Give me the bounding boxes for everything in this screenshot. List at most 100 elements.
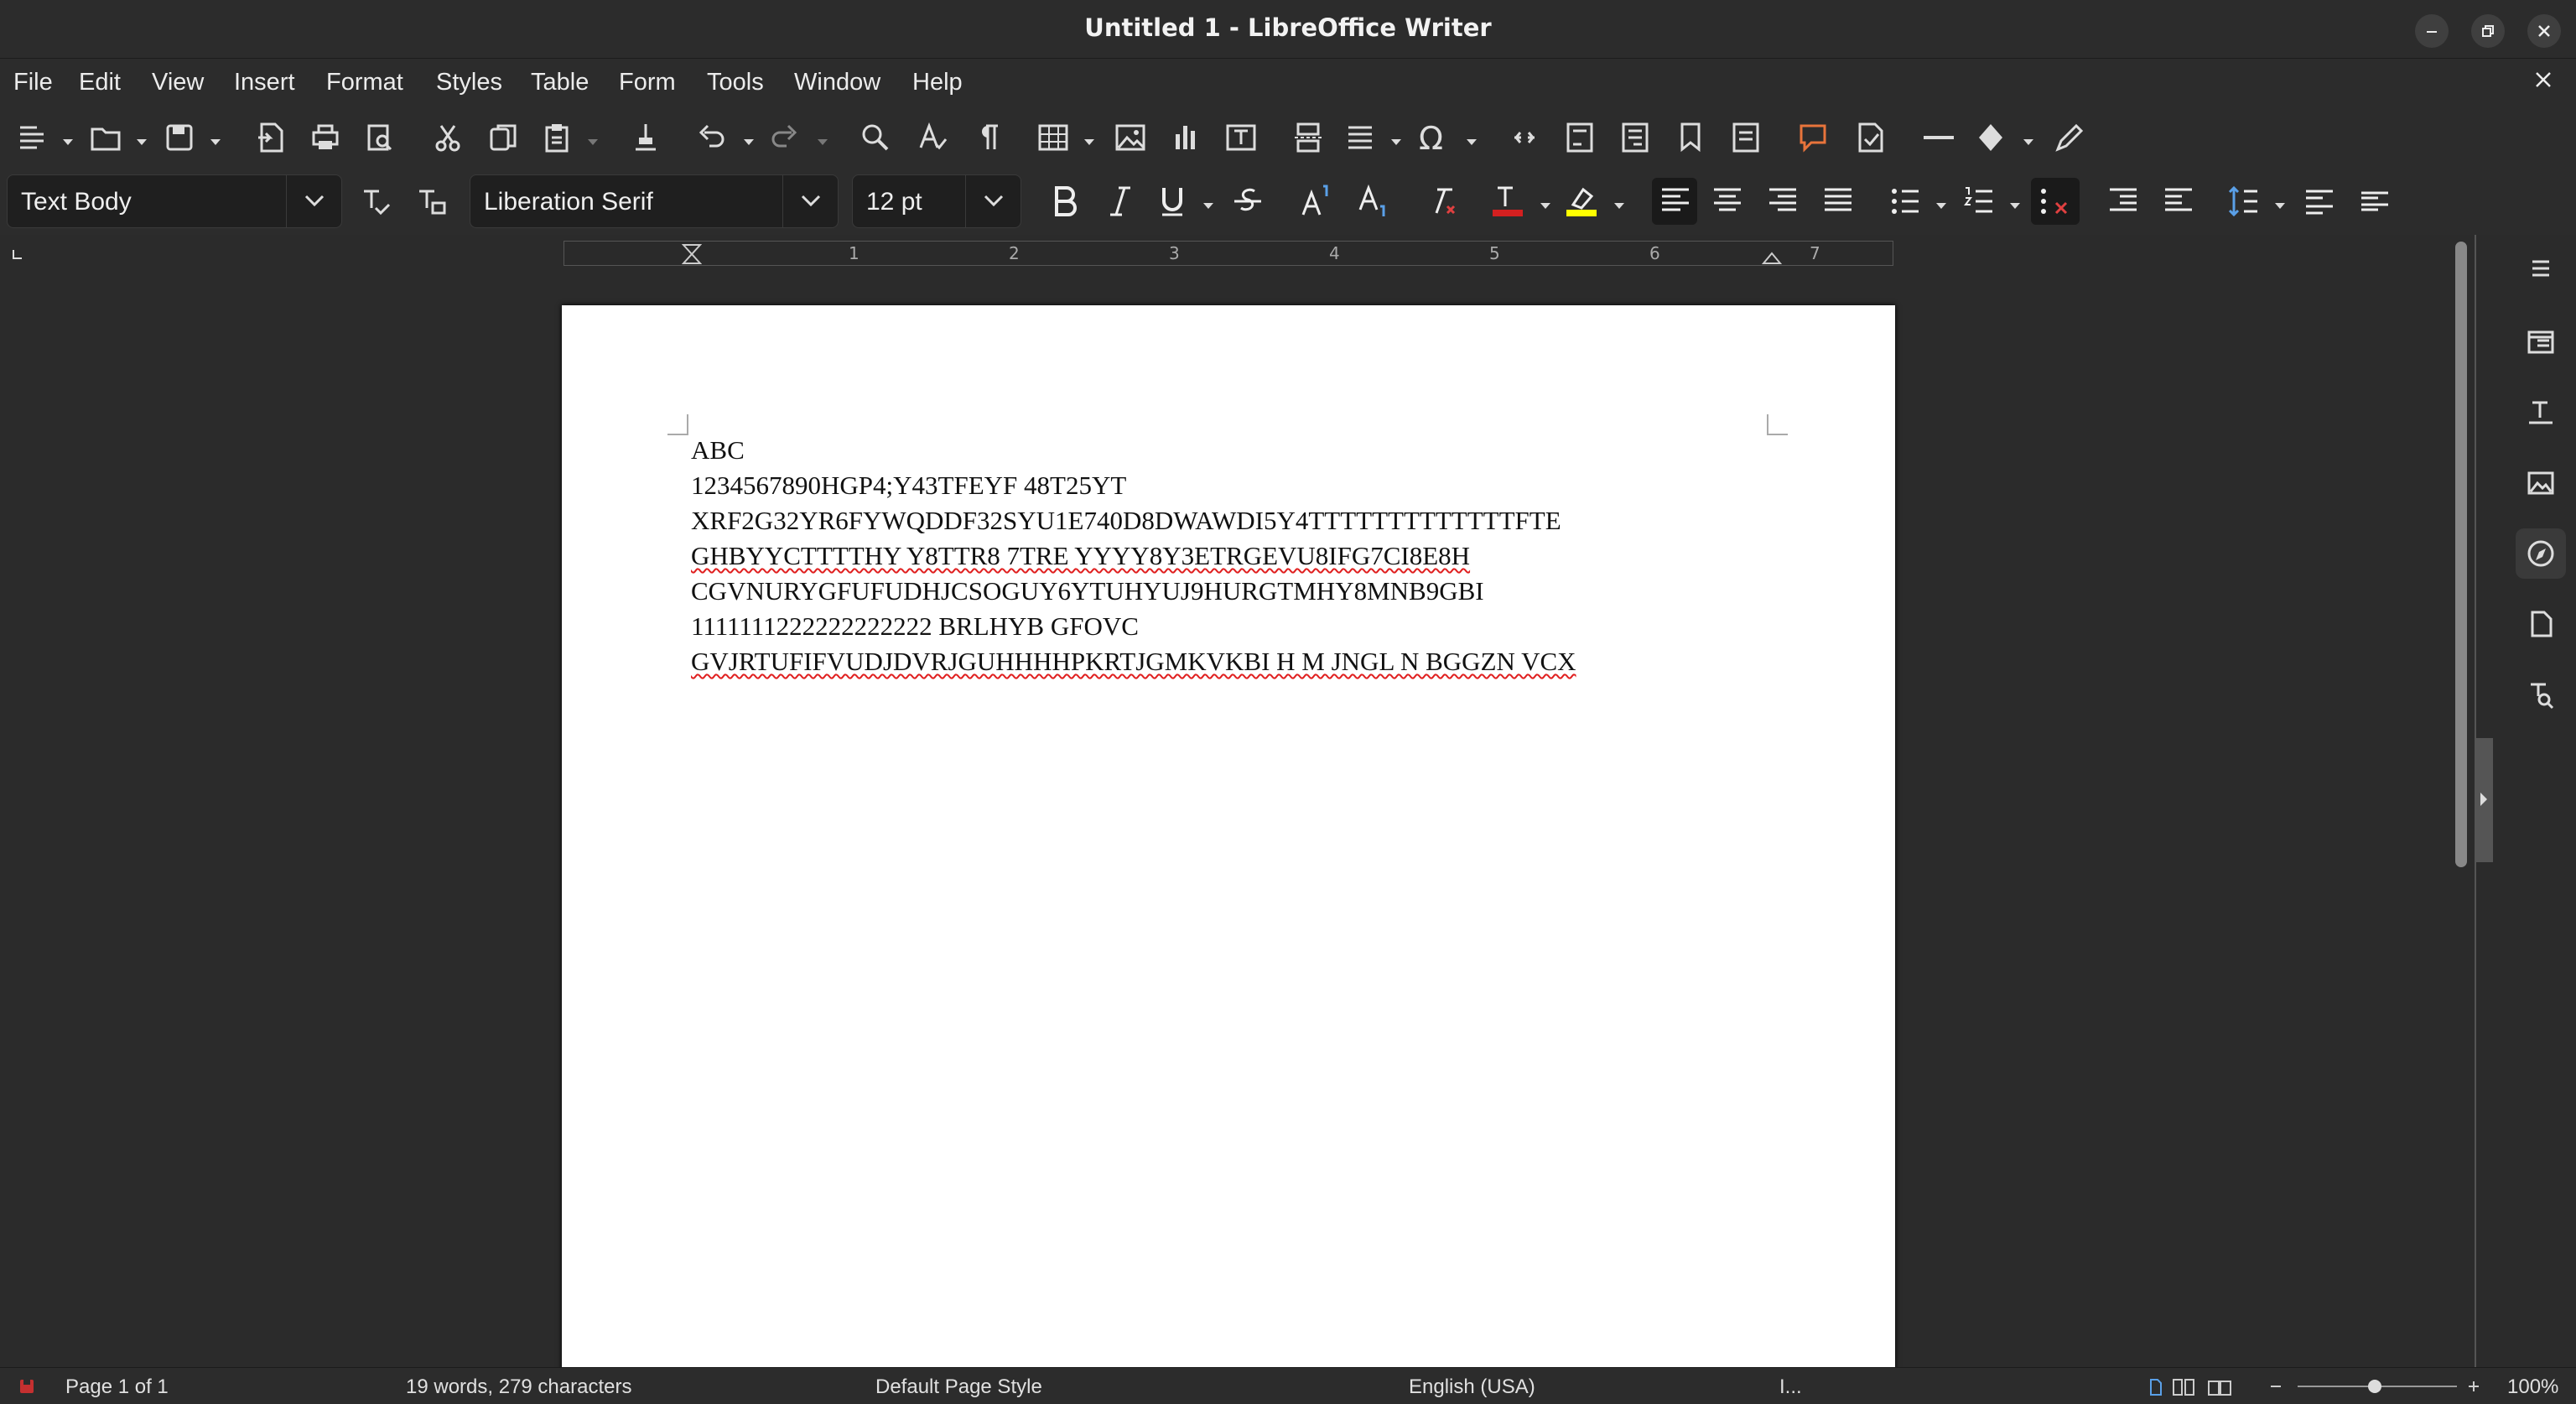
table-dropdown-icon[interactable] <box>1083 134 1095 145</box>
new-style-icon[interactable] <box>413 183 449 220</box>
font-color-icon[interactable] <box>1489 183 1526 220</box>
menu-tools[interactable]: Tools <box>707 69 764 96</box>
new-dropdown-icon[interactable] <box>62 134 74 145</box>
properties-icon[interactable] <box>2516 317 2566 367</box>
style-inspector-icon[interactable] <box>2516 669 2566 720</box>
print-preview-icon[interactable] <box>361 119 397 156</box>
insert-bookmark-icon[interactable] <box>1672 119 1709 156</box>
shapes-dropdown-icon[interactable] <box>2023 134 2034 145</box>
document-modified-icon[interactable] <box>18 1378 35 1395</box>
right-indent-marker-icon[interactable] <box>1762 250 1782 265</box>
undo-dropdown-icon[interactable] <box>743 134 755 145</box>
selection-mode[interactable]: I... <box>1779 1375 1802 1399</box>
close-document-icon[interactable] <box>2532 69 2554 91</box>
font-name-combo[interactable]: Liberation Serif <box>470 174 839 228</box>
zoom-slider-thumb[interactable] <box>2368 1380 2381 1393</box>
insert-page-break-icon[interactable] <box>1290 119 1327 156</box>
paste-icon[interactable] <box>538 119 575 156</box>
italic-icon[interactable] <box>1102 183 1139 220</box>
undo-icon[interactable] <box>693 119 730 156</box>
menu-view[interactable]: View <box>152 69 204 96</box>
tab-stop-icon[interactable] <box>12 248 23 260</box>
single-page-view-icon[interactable] <box>2147 1378 2165 1396</box>
print-icon[interactable] <box>307 119 344 156</box>
cut-icon[interactable] <box>429 119 466 156</box>
increase-paragraph-spacing-icon[interactable] <box>2301 183 2338 220</box>
menu-form[interactable]: Form <box>619 69 676 96</box>
update-style-icon[interactable] <box>357 183 394 220</box>
menu-table[interactable]: Table <box>531 69 589 96</box>
track-changes-icon[interactable] <box>1852 119 1888 156</box>
save-icon[interactable] <box>161 119 198 156</box>
insert-field-icon[interactable] <box>1342 119 1379 156</box>
underline-dropdown-icon[interactable] <box>1202 198 1214 209</box>
close-window-button[interactable] <box>2527 14 2561 48</box>
find-replace-icon[interactable] <box>857 119 894 156</box>
menu-file[interactable]: File <box>13 69 53 96</box>
unordered-list-dropdown-icon[interactable] <box>1935 198 1947 209</box>
insert-chart-icon[interactable] <box>1167 119 1204 156</box>
gallery-icon[interactable] <box>2516 458 2566 508</box>
no-list-icon[interactable] <box>2031 178 2080 225</box>
redo-icon[interactable] <box>766 119 803 156</box>
zoom-level[interactable]: 100% <box>2507 1375 2558 1399</box>
page-style[interactable]: Default Page Style <box>875 1375 1042 1399</box>
insert-table-icon[interactable] <box>1035 119 1072 156</box>
line-spacing-icon[interactable] <box>2225 183 2262 220</box>
insert-footnote-icon[interactable] <box>1561 119 1598 156</box>
restore-button[interactable] <box>2471 14 2505 48</box>
menu-format[interactable]: Format <box>326 69 403 96</box>
new-document-icon[interactable] <box>13 119 50 156</box>
font-color-dropdown-icon[interactable] <box>1540 198 1551 209</box>
special-character-dropdown-icon[interactable] <box>1466 134 1478 145</box>
vertical-scrollbar[interactable] <box>2455 242 2467 867</box>
subscript-icon[interactable] <box>1355 183 1392 220</box>
underline-icon[interactable] <box>1154 183 1191 220</box>
sidebar-collapse-handle[interactable] <box>2475 738 2493 862</box>
minimize-button[interactable] <box>2415 14 2449 48</box>
spelling-icon[interactable] <box>914 119 951 156</box>
insert-image-icon[interactable] <box>1112 119 1149 156</box>
zoom-out-icon[interactable] <box>2267 1378 2284 1395</box>
field-dropdown-icon[interactable] <box>1390 134 1402 145</box>
paragraph-style-dropdown[interactable] <box>286 175 341 227</box>
increase-indent-icon[interactable] <box>2105 183 2142 220</box>
multi-page-view-icon[interactable] <box>2172 1378 2197 1396</box>
line-spacing-dropdown-icon[interactable] <box>2274 198 2286 209</box>
menu-help[interactable]: Help <box>912 69 963 96</box>
zoom-in-icon[interactable] <box>2465 1378 2482 1395</box>
bold-icon[interactable] <box>1046 183 1083 220</box>
insert-endnote-icon[interactable] <box>1617 119 1654 156</box>
page-count[interactable]: Page 1 of 1 <box>65 1375 169 1399</box>
redo-dropdown-icon[interactable] <box>817 134 828 145</box>
paragraph-style-combo[interactable]: Text Body <box>7 174 342 228</box>
highlight-dropdown-icon[interactable] <box>1613 198 1625 209</box>
menu-window[interactable]: Window <box>794 69 880 96</box>
open-dropdown-icon[interactable] <box>136 134 148 145</box>
font-name-dropdown[interactable] <box>782 175 838 227</box>
horizontal-ruler[interactable]: 1 2 3 4 5 6 7 <box>564 241 1893 266</box>
ordered-list-dropdown-icon[interactable] <box>2009 198 2021 209</box>
left-indent-marker-icon[interactable] <box>682 243 702 265</box>
document-body[interactable]: ABC 1234567890HGP4;Y43TFEYF 48T25YT XRF2… <box>691 433 1576 679</box>
justify-icon[interactable] <box>1820 183 1857 220</box>
document-page[interactable]: ABC 1234567890HGP4;Y43TFEYF 48T25YT XRF2… <box>562 305 1895 1404</box>
export-pdf-icon[interactable] <box>252 119 288 156</box>
paste-dropdown-icon[interactable] <box>587 134 599 145</box>
save-dropdown-icon[interactable] <box>210 134 221 145</box>
clone-formatting-icon[interactable] <box>627 119 664 156</box>
draw-icon[interactable] <box>2051 119 2088 156</box>
special-character-icon[interactable]: Ω <box>1414 119 1451 157</box>
basic-shapes-icon[interactable] <box>1972 119 2009 156</box>
menu-styles[interactable]: Styles <box>436 69 502 96</box>
insert-hyperlink-icon[interactable] <box>1506 119 1543 156</box>
menu-insert[interactable]: Insert <box>234 69 295 96</box>
language[interactable]: English (USA) <box>1409 1375 1535 1399</box>
page-icon[interactable] <box>2516 599 2566 649</box>
sidebar-menu-icon[interactable] <box>2516 243 2566 294</box>
font-size-combo[interactable]: 12 pt <box>852 174 1021 228</box>
book-view-icon[interactable] <box>2207 1378 2232 1396</box>
align-center-icon[interactable] <box>1709 183 1746 220</box>
clear-formatting-icon[interactable] <box>1424 183 1461 220</box>
styles-icon[interactable] <box>2516 387 2566 438</box>
